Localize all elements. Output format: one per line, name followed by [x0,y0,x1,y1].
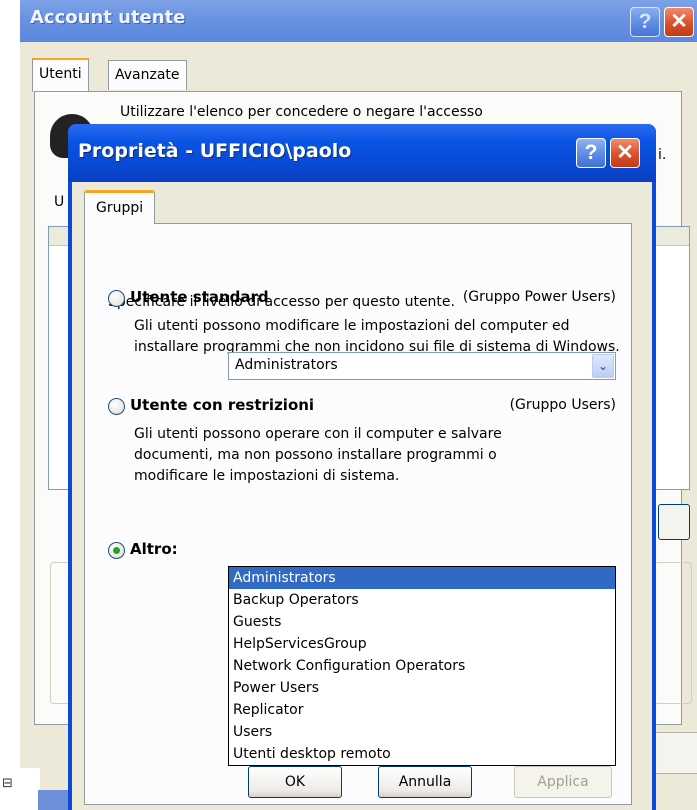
option-restricted-description: Gli utenti possono operare con il comput… [134,426,502,484]
outer-description-tail: i. [658,147,667,163]
dropdown-item-administrators[interactable]: Administrators [229,567,615,589]
dropdown-item-guests[interactable]: Guests [229,611,615,633]
outer-list-label: U [54,194,65,210]
applica-button[interactable]: Applica [514,766,612,798]
radio-altro[interactable] [108,542,125,559]
dropdown-item-backup-operators[interactable]: Backup Operators [229,589,615,611]
outer-close-button[interactable]: ✕ [664,7,694,37]
combo-selected-value: Administrators [235,357,338,373]
outer-help-button[interactable]: ? [630,7,660,37]
dropdown-item-replicator[interactable]: Replicator [229,699,615,721]
option-altro-title[interactable]: Altro: [130,540,178,558]
dialog-help-button[interactable]: ? [576,138,606,168]
option-standard-title[interactable]: Utente standard [130,288,269,306]
dialog-close-button[interactable]: ✕ [610,138,640,168]
group-combobox[interactable]: Administrators ⌄ [228,352,616,380]
tab-gruppi[interactable]: Gruppi [84,190,156,224]
background-blue-strip [38,790,68,810]
dropdown-item-network-configuration-operators[interactable]: Network Configuration Operators [229,655,615,677]
outer-description: Utilizzare l'elenco per concedere o nega… [120,104,483,120]
radio-selected-dot [113,547,120,554]
option-standard-group: (Gruppo Power Users) [462,289,616,305]
dialog-title: Proprietà - UFFICIO\paolo [78,140,352,162]
outer-side-button[interactable] [658,504,690,540]
dropdown-item-helpservicesgroup[interactable]: HelpServicesGroup [229,633,615,655]
radio-utente-standard[interactable] [108,290,125,307]
annulla-button[interactable]: Annulla [378,766,472,798]
tab-utenti[interactable]: Utenti [32,58,89,92]
outer-title-bar[interactable]: Account utente ? ✕ [20,0,697,42]
dropdown-item-power-users[interactable]: Power Users [229,677,615,699]
dropdown-item-users[interactable]: Users [229,721,615,743]
dropdown-item-utenti-desktop-remoto[interactable]: Utenti desktop remoto [229,743,615,765]
outer-window-title: Account utente [30,7,186,28]
chevron-down-icon[interactable]: ⌄ [592,354,614,378]
dialog-title-bar[interactable]: Proprietà - UFFICIO\paolo ? ✕ [68,124,656,182]
group-dropdown-list[interactable]: Administrators Backup Operators Guests H… [228,566,616,766]
option-restricted-title[interactable]: Utente con restrizioni [130,396,314,414]
radio-utente-con-restrizioni[interactable] [108,398,125,415]
background-glyph: ⊟ [2,776,13,791]
tab-avanzate[interactable]: Avanzate [108,60,187,90]
option-restricted-group: (Gruppo Users) [509,397,616,413]
ok-button[interactable]: OK [248,766,342,798]
